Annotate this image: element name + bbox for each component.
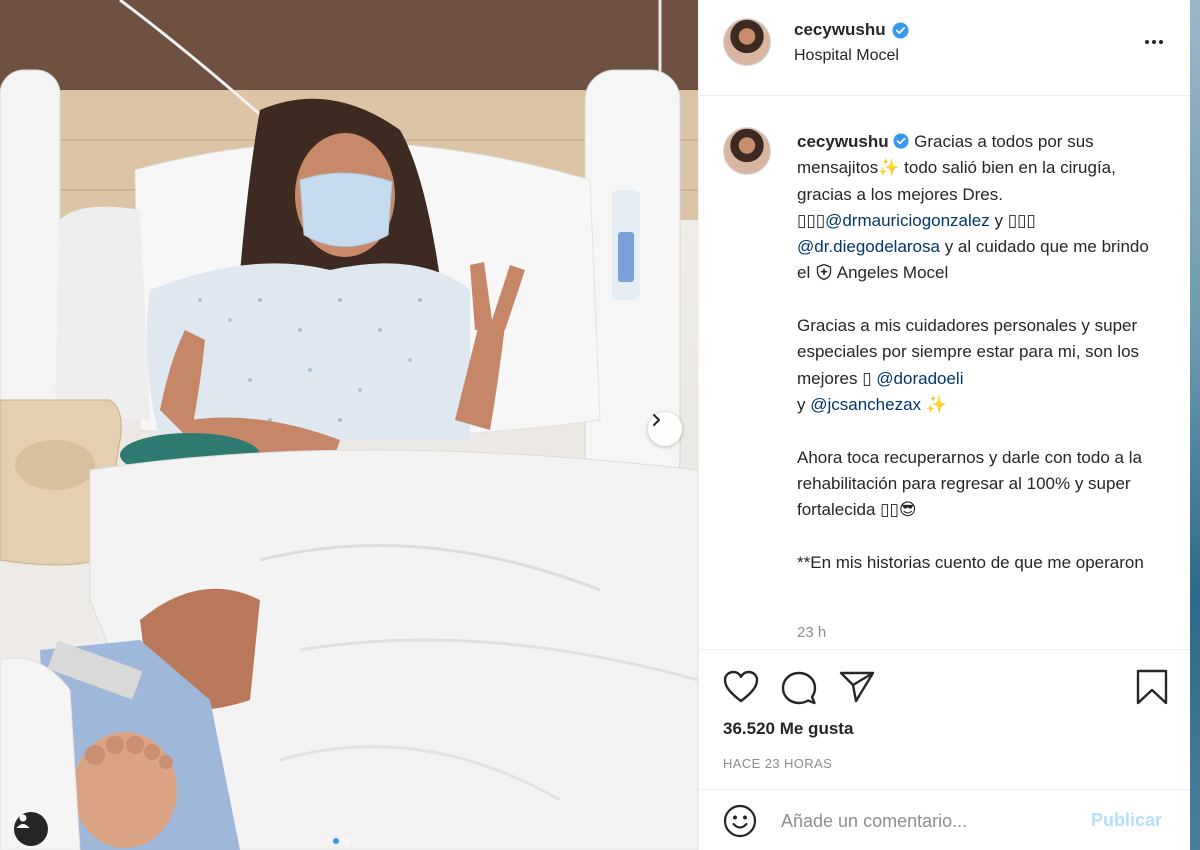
share-icon[interactable] bbox=[839, 670, 875, 704]
sparkles-icon: ✨ bbox=[878, 158, 900, 178]
caption-text: Ahora toca recuperarnos y darle con todo… bbox=[797, 447, 1142, 520]
sunglasses-emoji-icon: 😎 bbox=[898, 500, 917, 520]
background-page-edge bbox=[1190, 0, 1200, 850]
carousel-indicator bbox=[333, 838, 350, 844]
mention-link[interactable]: @doradoeli bbox=[876, 369, 963, 388]
emoji-smiley-icon[interactable] bbox=[723, 804, 757, 838]
verified-badge-icon bbox=[893, 133, 909, 149]
caption-text: **En mis historias cuento de que me oper… bbox=[797, 552, 1144, 572]
comment-icon[interactable] bbox=[781, 670, 817, 706]
avatar[interactable] bbox=[723, 18, 771, 66]
caption-text bbox=[1036, 211, 1041, 230]
sparkles-icon: ✨ bbox=[925, 394, 947, 414]
carousel-dot bbox=[344, 838, 350, 844]
post-actions: 36.520 Me gusta HACE 23 HORAS bbox=[699, 649, 1191, 789]
post-header: cecywushu Hospital Mocel bbox=[699, 0, 1191, 96]
author-username[interactable]: cecywushu bbox=[794, 20, 886, 40]
caption-username[interactable]: cecywushu bbox=[797, 132, 889, 151]
caption-glyphs: ▯▯▯ bbox=[797, 210, 826, 230]
mention-link[interactable]: @jcsanchezax bbox=[810, 395, 921, 414]
verified-badge-icon bbox=[892, 22, 909, 38]
publish-button[interactable]: Publicar bbox=[1091, 810, 1162, 831]
post-date[interactable]: HACE 23 HORAS bbox=[723, 756, 832, 771]
bookmark-icon[interactable] bbox=[1135, 668, 1169, 706]
hospital-photo-illustration bbox=[0, 0, 698, 850]
caption-timestamp[interactable]: 23 h bbox=[797, 624, 826, 641]
caption-text: y bbox=[797, 394, 806, 414]
likes-count[interactable]: 36.520 Me gusta bbox=[723, 719, 853, 739]
carousel-next-button[interactable] bbox=[648, 412, 682, 446]
shield-icon bbox=[816, 264, 832, 281]
caption-text: y bbox=[989, 210, 1008, 230]
chevron-right-icon bbox=[653, 414, 660, 426]
post-caption: cecywushu Gracias a todos por sus mensaj… bbox=[797, 129, 1157, 576]
mention-link[interactable]: @drmauriciogonzalez bbox=[825, 211, 990, 230]
comment-bar: Publicar bbox=[699, 789, 1191, 850]
caption-section: cecywushu Gracias a todos por sus mensaj… bbox=[699, 97, 1191, 649]
location-link[interactable]: Hospital Mocel bbox=[794, 47, 899, 65]
caption-text: Angeles Mocel Gracias a mis cuidadores p… bbox=[797, 263, 1140, 388]
post-details-panel: cecywushu Hospital Mocel cecywushu Graci… bbox=[698, 0, 1191, 850]
heart-icon[interactable] bbox=[723, 670, 759, 704]
comment-input[interactable] bbox=[781, 808, 1081, 834]
mention-link[interactable]: @dr.diegodelarosa bbox=[797, 237, 940, 256]
post-photo[interactable] bbox=[0, 0, 698, 850]
caption-glyphs: ▯▯▯ bbox=[1007, 210, 1036, 230]
more-options-icon[interactable] bbox=[1142, 30, 1166, 54]
author-row: cecywushu bbox=[794, 20, 909, 40]
user-icon bbox=[16, 814, 30, 828]
avatar[interactable] bbox=[723, 127, 771, 175]
carousel-dot-active bbox=[333, 838, 339, 844]
caption-glyphs: ▯▯ bbox=[880, 500, 899, 520]
tagged-users-button[interactable] bbox=[14, 812, 48, 846]
caption-glyphs: ▯ bbox=[862, 368, 872, 388]
